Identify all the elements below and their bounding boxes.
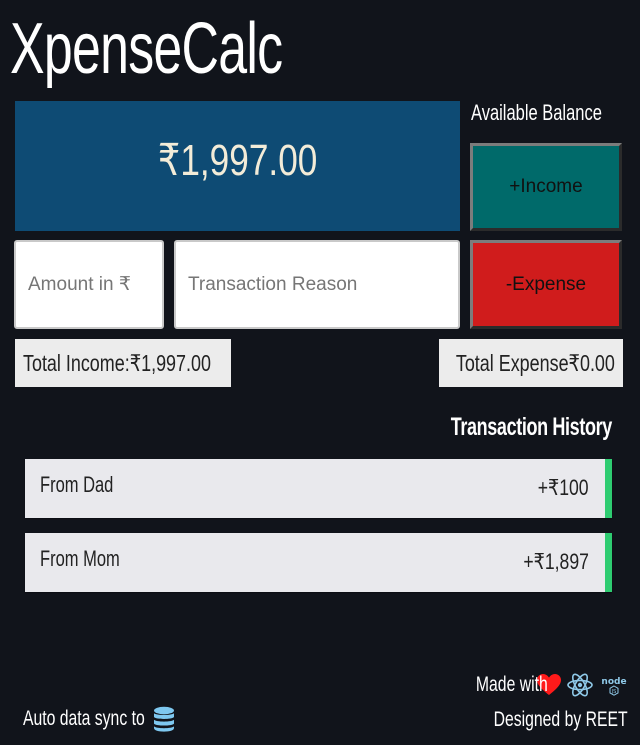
transaction-amount: +₹100 [538,475,589,500]
designed-by-credit: Designed by REET [494,708,628,731]
transaction-history-title: Transaction History [450,413,613,441]
transaction-reason-input[interactable] [174,240,460,329]
node-icon: node JS [598,673,630,697]
made-with-label: Made with [476,673,548,696]
transaction-item[interactable]: From Dad +₹100 [25,459,612,518]
balance-label: Available Balance [471,100,602,125]
auto-sync-label: Auto data sync to [23,707,145,730]
add-expense-button[interactable]: -Expense [470,240,622,329]
react-icon [566,672,594,698]
total-income-text: Total Income:₹1,997.00 [23,349,211,376]
total-expense-text: Total Expense₹0.00 [455,349,615,376]
database-icon [153,706,175,732]
balance-value: ₹1,997.00 [157,135,318,185]
transaction-amount: +₹1,897 [523,549,589,574]
total-expense-box: Total Expense₹0.00 [439,339,623,387]
add-income-button[interactable]: +Income [470,143,622,231]
balance-card: ₹1,997.00 [15,101,460,231]
total-income-box: Total Income:₹1,997.00 [15,339,231,387]
transaction-item[interactable]: From Mom +₹1,897 [25,533,612,592]
transaction-history-list: From Dad +₹100 From Mom +₹1,897 [25,459,612,607]
amount-input[interactable] [14,240,164,329]
made-with-credit: Made with node JS [452,670,630,700]
app-title: XpenseCalc [10,9,283,89]
svg-text:JS: JS [611,689,617,695]
auto-sync-status: Auto data sync to [23,704,175,734]
transaction-reason: From Dad [40,472,114,497]
transaction-reason: From Mom [40,546,120,571]
